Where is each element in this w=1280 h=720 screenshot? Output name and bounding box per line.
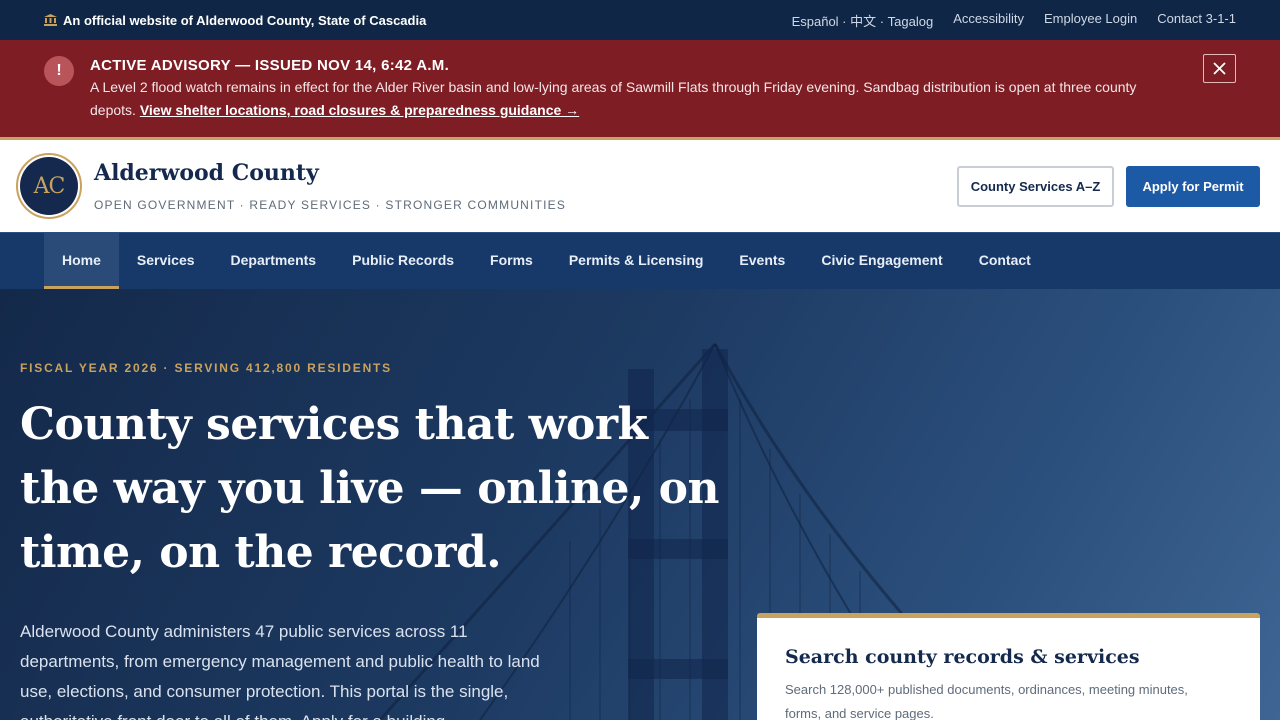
language-link[interactable]: Español · 中文 · Tagalog xyxy=(792,11,934,30)
search-card: Search county records & services Search … xyxy=(757,613,1260,720)
seal-monogram: AC xyxy=(20,157,78,215)
advisory-alert: ! ACTIVE ADVISORY — ISSUED NOV 14, 6:42 … xyxy=(0,40,1280,140)
nav-permits-licensing[interactable]: Permits & Licensing xyxy=(551,233,722,289)
nav-civic-engagement[interactable]: Civic Engagement xyxy=(803,233,960,289)
government-building-icon xyxy=(44,14,57,26)
advisory-text: A Level 2 flood watch remains in effect … xyxy=(90,76,1160,122)
advisory-guidance-link[interactable]: View shelter locations, road closures & … xyxy=(140,102,579,118)
site-name: Alderwood County xyxy=(94,160,319,186)
advisory-title: ACTIVE ADVISORY — ISSUED NOV 14, 6:42 A.… xyxy=(90,57,450,74)
apply-permit-button[interactable]: Apply for Permit xyxy=(1126,165,1260,207)
close-icon xyxy=(1213,62,1226,75)
hero-description: Alderwood County administers 47 public s… xyxy=(20,622,540,720)
official-text: An official website of Alderwood County,… xyxy=(63,12,427,28)
search-card-title: Search county records & services xyxy=(785,646,1140,668)
nav-events[interactable]: Events xyxy=(721,233,803,289)
hero-headline: County services that work the way you li… xyxy=(20,399,719,578)
official-notice: An official website of Alderwood County,… xyxy=(44,13,426,28)
site-tagline: OPEN GOVERNMENT · READY SERVICES · STRON… xyxy=(94,198,567,212)
nav-home[interactable]: Home xyxy=(44,233,119,289)
hero-eyebrow: FISCAL YEAR 2026 · SERVING 412,800 RESID… xyxy=(20,361,392,375)
site-header: AC Alderwood County OPEN GOVERNMENT · RE… xyxy=(0,140,1280,232)
accessibility-link[interactable]: Accessibility xyxy=(953,11,1024,30)
contact-311-link[interactable]: Contact 3-1-1 xyxy=(1157,11,1236,30)
nav-departments[interactable]: Departments xyxy=(213,233,335,289)
employee-login-link[interactable]: Employee Login xyxy=(1044,11,1137,30)
brand-home-link[interactable]: AC Alderwood County OPEN GOVERNMENT · RE… xyxy=(16,153,566,219)
utility-links: Español · 中文 · Tagalog Accessibility Emp… xyxy=(792,11,1236,30)
brand-text: Alderwood County OPEN GOVERNMENT · READY… xyxy=(94,160,566,212)
official-banner: An official website of Alderwood County,… xyxy=(0,0,1280,40)
advisory-body: ACTIVE ADVISORY — ISSUED NOV 14, 6:42 A.… xyxy=(90,56,1160,137)
alert-icon: ! xyxy=(44,56,74,86)
services-az-button[interactable]: County Services A–Z xyxy=(957,165,1114,207)
main-navigation: Home Services Departments Public Records… xyxy=(0,232,1280,289)
header-actions: County Services A–Z Apply for Permit xyxy=(957,165,1260,207)
hero-section: FISCAL YEAR 2026 · SERVING 412,800 RESID… xyxy=(0,289,1280,720)
county-seal-logo: AC xyxy=(16,153,82,219)
hero-content: FISCAL YEAR 2026 · SERVING 412,800 RESID… xyxy=(20,289,720,720)
search-card-description: Search 128,000+ published documents, ord… xyxy=(785,682,1188,720)
nav-contact[interactable]: Contact xyxy=(961,233,1049,289)
nav-services[interactable]: Services xyxy=(119,233,213,289)
nav-public-records[interactable]: Public Records xyxy=(334,233,472,289)
dismiss-advisory-button[interactable] xyxy=(1203,54,1236,83)
nav-forms[interactable]: Forms xyxy=(472,233,551,289)
